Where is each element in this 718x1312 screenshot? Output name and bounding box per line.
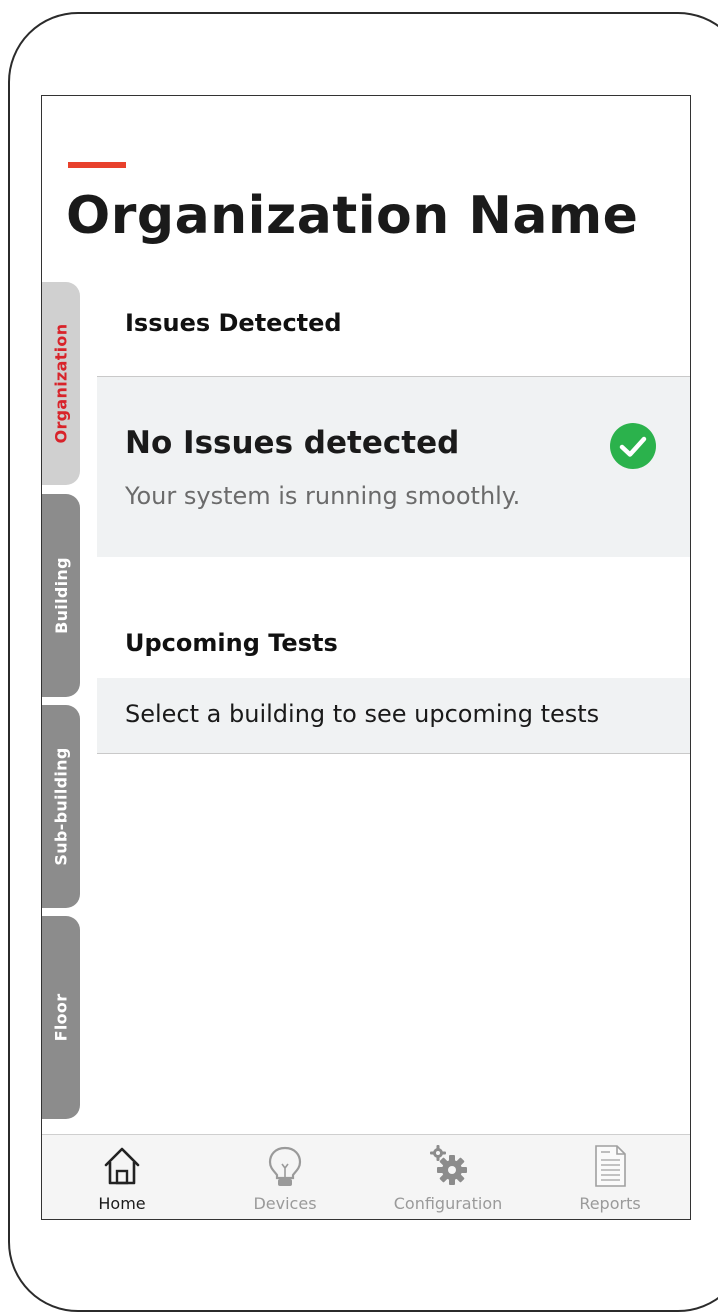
issues-status-title: No Issues detected [125, 425, 460, 461]
nav-home-label: Home [98, 1194, 146, 1213]
tab-building[interactable]: Building [42, 494, 80, 697]
issues-status-card[interactable]: No Issues detected Your system is runnin… [97, 376, 690, 557]
page-title: Organization Name [66, 186, 639, 246]
tab-organization-label: Organization [51, 323, 71, 444]
nav-configuration[interactable]: Configuration [378, 1135, 518, 1219]
upcoming-tests-row[interactable]: Select a building to see upcoming tests [97, 678, 690, 754]
title-accent-bar [68, 162, 126, 168]
check-circle-icon [610, 423, 656, 469]
tab-sub-building[interactable]: Sub-building [42, 705, 80, 908]
upcoming-tests-message: Select a building to see upcoming tests [125, 700, 600, 728]
issues-status-message: Your system is running smoothly. [125, 482, 521, 510]
document-icon [595, 1145, 626, 1187]
tab-floor[interactable]: Floor [42, 916, 80, 1119]
nav-home[interactable]: Home [52, 1135, 192, 1219]
nav-configuration-label: Configuration [393, 1194, 503, 1213]
nav-reports-label: Reports [579, 1194, 641, 1213]
nav-devices-label: Devices [253, 1194, 317, 1213]
app-screen: Organization Name Organization Building … [41, 95, 691, 1220]
home-icon [104, 1147, 140, 1185]
lightbulb-icon [268, 1146, 302, 1186]
gears-icon [430, 1145, 467, 1185]
bottom-navigation: Home Devices Configuration Reports [42, 1134, 690, 1219]
tests-section-title: Upcoming Tests [125, 629, 338, 657]
nav-devices[interactable]: Devices [215, 1135, 355, 1219]
issues-section-title: Issues Detected [125, 309, 342, 337]
nav-reports[interactable]: Reports [540, 1135, 680, 1219]
tab-sub-building-label: Sub-building [51, 747, 71, 866]
tab-organization[interactable]: Organization [42, 282, 80, 485]
tab-building-label: Building [51, 557, 71, 634]
tab-floor-label: Floor [51, 993, 71, 1042]
